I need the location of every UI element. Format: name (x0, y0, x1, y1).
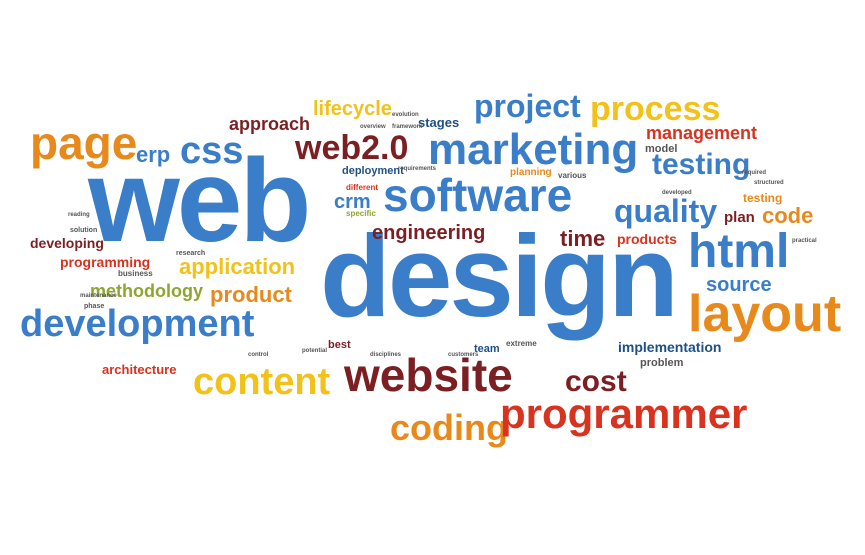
word-web20: web2.0 (295, 129, 409, 167)
word-implementation: implementation (618, 339, 722, 355)
word-erp: erp (136, 142, 171, 167)
word-plan: plan (724, 209, 755, 226)
word-products: products (617, 231, 677, 247)
word-framework: framework (392, 124, 423, 130)
word-css: css (180, 130, 244, 172)
word-different: different (346, 183, 378, 192)
word-control: control (248, 352, 269, 358)
word-programming: programming (60, 254, 151, 270)
word-quality: quality (614, 193, 718, 229)
word-engineering: engineering (372, 222, 486, 244)
word-application: application (179, 254, 296, 279)
word-evolution: evolution (392, 112, 419, 118)
word-structured: structured (754, 180, 784, 186)
word-customers: customers (448, 352, 479, 358)
word-stages: stages (418, 115, 460, 130)
word-research: research (176, 250, 206, 257)
word-planning: planning (510, 167, 552, 178)
word-project: project (474, 88, 581, 124)
word-problem: problem (640, 357, 684, 369)
word-developed: developed (662, 190, 692, 196)
word-solution: solution (70, 227, 98, 234)
word-layout: layout (688, 285, 842, 343)
word-software: software (383, 169, 573, 221)
word-business: business (118, 269, 153, 278)
word-time: time (560, 226, 606, 251)
word-practical: practical (792, 238, 817, 244)
word-website: website (344, 349, 513, 401)
word-model: model (645, 143, 678, 155)
word-requirements: requirements (398, 166, 437, 172)
word-various: various (558, 171, 587, 180)
word-management: management (646, 123, 758, 143)
word-deployment: deployment (342, 165, 404, 177)
word-specific: specific (346, 209, 376, 218)
word-marketing: marketing (428, 125, 639, 174)
word-content: content (193, 361, 331, 403)
word-disciplines: disciplines (370, 352, 402, 358)
word-maintenance: maintenance (80, 293, 117, 299)
word-html: html (688, 225, 790, 278)
word-lifecycle: lifecycle (313, 98, 392, 120)
word-reading: reading (68, 212, 90, 218)
word-coding: coding (390, 407, 508, 448)
word-process: process (590, 90, 721, 128)
word-programmer: programmer (500, 390, 748, 437)
word-potential: potential (302, 348, 327, 354)
word-required: required (742, 170, 767, 176)
word-code: code (762, 203, 814, 228)
word-best: best (328, 339, 351, 351)
word-development: development (20, 303, 255, 345)
word-cloud: web design website software marketing pr… (0, 0, 865, 555)
word-developing: developing (30, 235, 104, 251)
word-architecture: architecture (102, 362, 177, 377)
word-phase: phase (84, 303, 105, 310)
word-extreme: extreme (506, 339, 537, 348)
word-overview: overview (360, 124, 386, 130)
word-page: page (30, 117, 138, 169)
